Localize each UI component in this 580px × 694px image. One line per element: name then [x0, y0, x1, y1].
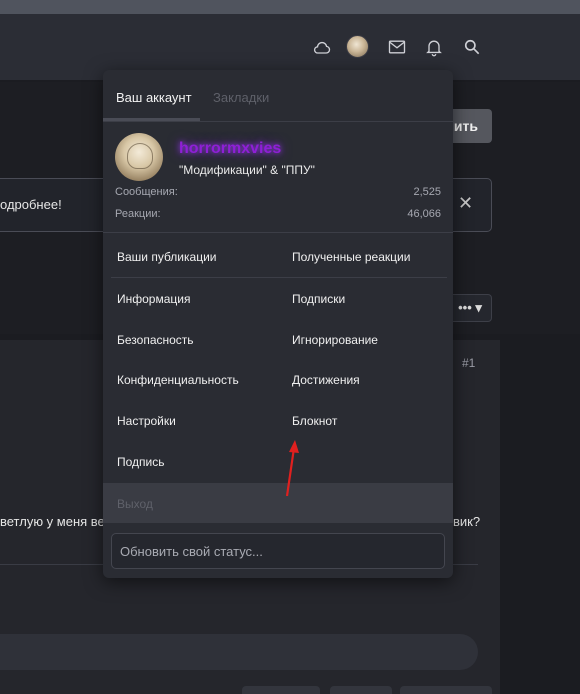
- menu-link-following[interactable]: Подписки: [292, 292, 345, 306]
- stat-label-messages: Сообщения:: [115, 186, 178, 198]
- username-link[interactable]: horrormxvies: [179, 140, 281, 158]
- stat-value-reactions: 46,066: [407, 208, 441, 220]
- logout-link[interactable]: Выход: [117, 497, 153, 511]
- menu-link-preferences[interactable]: Настройки: [117, 414, 176, 428]
- divider: [103, 232, 453, 233]
- menu-link-ignoring[interactable]: Игнорирование: [292, 333, 378, 347]
- reply-box[interactable]: [0, 634, 478, 670]
- menu-link-information[interactable]: Информация: [117, 292, 190, 306]
- menu-tabs: Ваш аккаунт Закладки: [103, 70, 453, 122]
- tab-bookmarks[interactable]: Закладки: [213, 90, 269, 105]
- mail-icon[interactable]: [386, 36, 408, 58]
- annotation-arrow: [285, 440, 299, 497]
- post-number[interactable]: #1: [462, 356, 475, 370]
- menu-link-achievements[interactable]: Достижения: [292, 373, 360, 387]
- menu-link-notepad[interactable]: Блокнот: [292, 414, 337, 428]
- stat-value-messages: 2,525: [413, 186, 441, 198]
- divider: [111, 277, 447, 278]
- post-text-fragment: ветлую у меня вес: [0, 514, 112, 529]
- account-dropdown-menu: Ваш аккаунт Закладки horrormxvies "Модиф…: [103, 70, 453, 578]
- tab-your-account[interactable]: Ваш аккаунт: [116, 90, 192, 105]
- options-button[interactable]: ••• ▾: [448, 294, 492, 322]
- bell-icon[interactable]: [423, 36, 445, 58]
- cloud-icon[interactable]: [311, 37, 333, 59]
- active-tab-indicator: [103, 118, 200, 121]
- search-icon[interactable]: [461, 36, 483, 58]
- stat-label-reactions: Реакции:: [115, 208, 161, 220]
- menu-link-reactions-received[interactable]: Полученные реакции: [292, 250, 410, 264]
- nav-avatar[interactable]: [346, 35, 369, 58]
- post-action-button[interactable]: [400, 686, 492, 694]
- menu-link-signature[interactable]: Подпись: [117, 455, 165, 469]
- menu-link-your-posts[interactable]: Ваши публикации: [117, 250, 216, 264]
- post-action-button[interactable]: [330, 686, 392, 694]
- window-top-strip: [0, 0, 580, 14]
- menu-link-privacy[interactable]: Конфиденциальность: [117, 373, 239, 387]
- menu-link-security[interactable]: Безопасность: [117, 333, 194, 347]
- post-action-button[interactable]: [242, 686, 320, 694]
- logout-row[interactable]: Выход: [103, 483, 453, 523]
- profile-avatar[interactable]: [115, 133, 163, 181]
- post-text-fragment-end: вик?: [453, 514, 481, 529]
- notice-close-icon[interactable]: ✕: [458, 193, 473, 214]
- notice-text: одробнее!: [0, 197, 62, 212]
- user-title: "Модификации" & "ППУ": [179, 163, 315, 177]
- status-input[interactable]: [111, 533, 445, 569]
